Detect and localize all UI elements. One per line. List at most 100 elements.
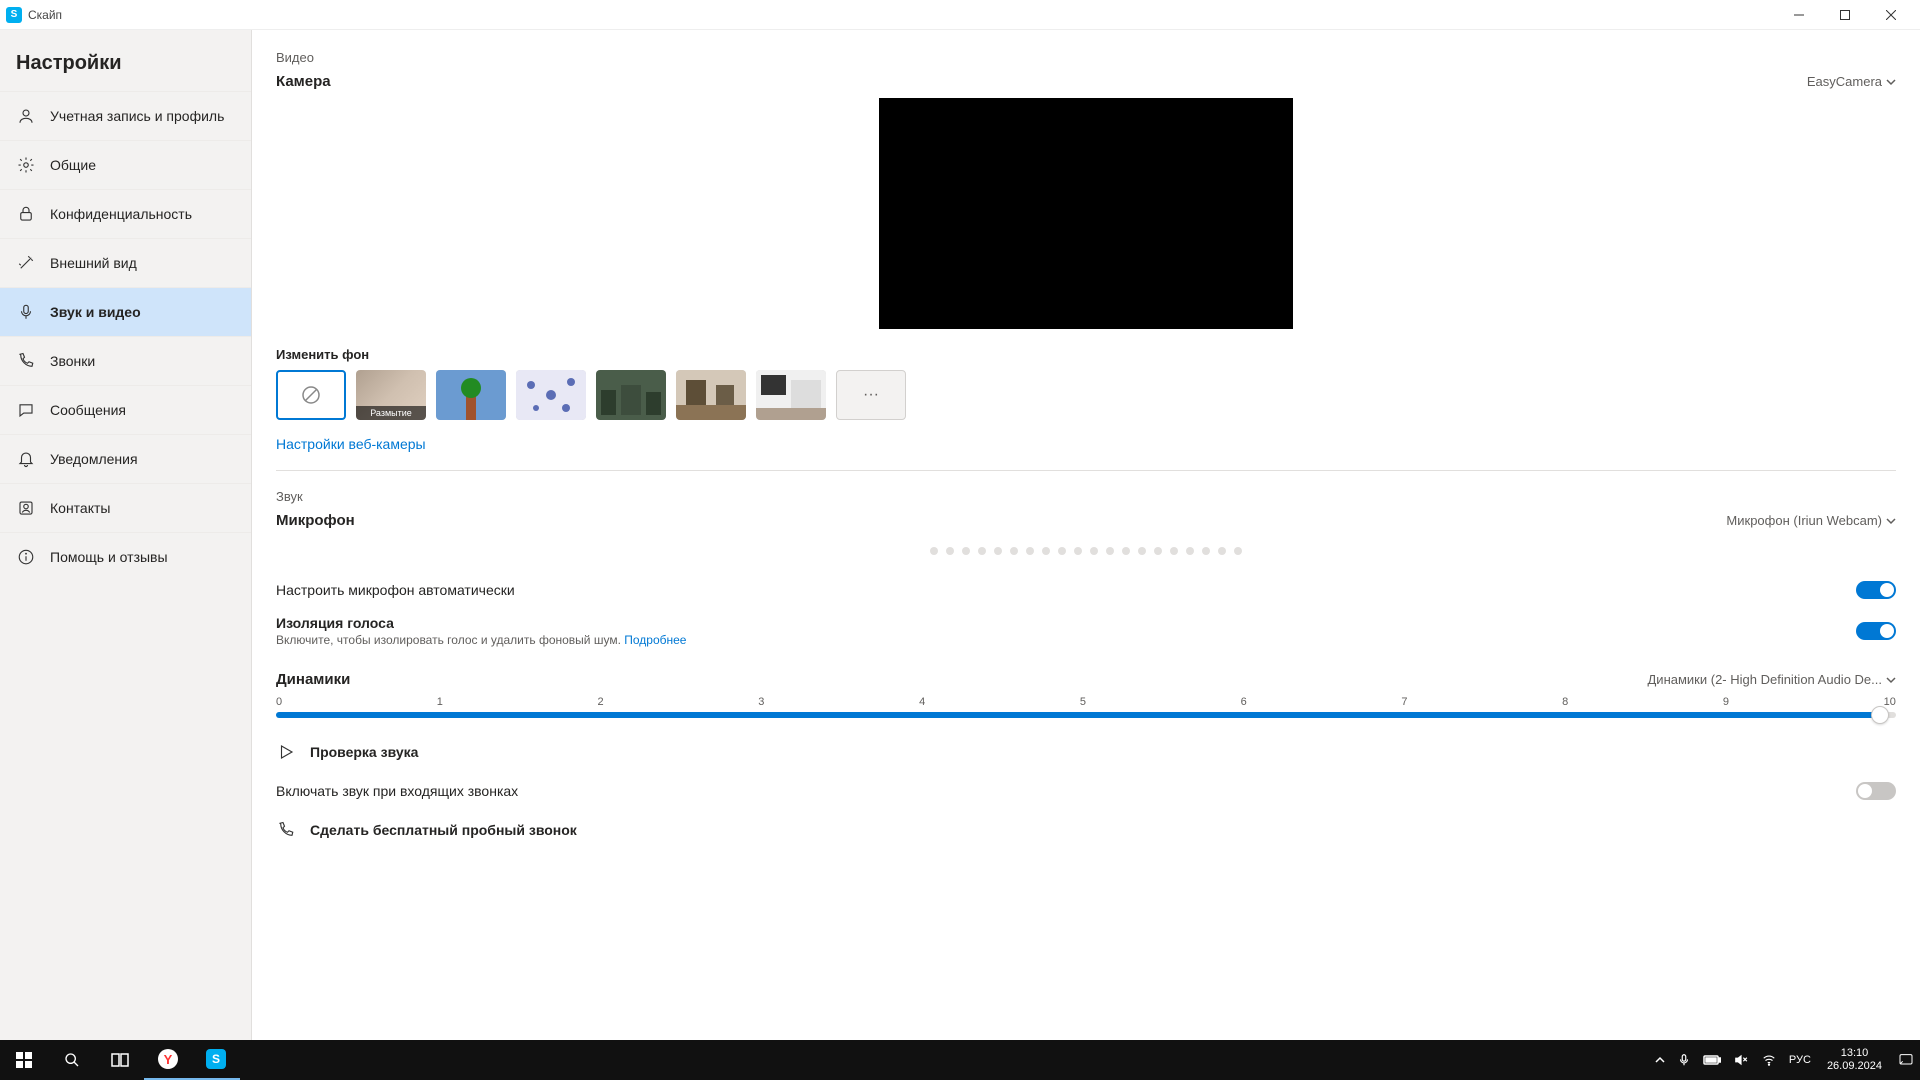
change-bg-label: Изменить фон	[276, 347, 1896, 362]
skype-icon: S	[6, 7, 22, 23]
tray-time: 13:10	[1827, 1047, 1882, 1060]
bg-option-3[interactable]	[596, 370, 666, 420]
background-options: Размытие ···	[276, 370, 1896, 420]
audio-section-label: Звук	[276, 489, 1896, 504]
sidebar-item-privacy[interactable]: Конфиденциальность	[0, 189, 251, 238]
bg-option-5[interactable]	[756, 370, 826, 420]
blur-label: Размытие	[356, 406, 426, 420]
minimize-button[interactable]	[1776, 0, 1822, 30]
tray-wifi-icon[interactable]	[1755, 1040, 1783, 1080]
bg-option-more[interactable]: ···	[836, 370, 906, 420]
ring-incoming-toggle[interactable]	[1856, 782, 1896, 800]
camera-dropdown[interactable]: EasyCamera	[1807, 74, 1896, 89]
app-title: Скайп	[28, 8, 62, 22]
speakers-title: Динамики	[276, 671, 350, 688]
bg-option-blur[interactable]: Размытие	[356, 370, 426, 420]
sidebar-item-label: Внешний вид	[50, 254, 137, 272]
mic-header: Микрофон Микрофон (Iriun Webcam)	[276, 512, 1896, 529]
volume-slider-thumb[interactable]	[1871, 706, 1889, 724]
bell-icon	[16, 449, 36, 469]
sidebar-title: Настройки	[0, 40, 251, 91]
test-audio-label: Проверка звука	[310, 744, 418, 760]
window-controls	[1776, 0, 1914, 30]
test-audio-button[interactable]: Проверка звука	[276, 730, 1896, 774]
speakers-dropdown[interactable]: Динамики (2- High Definition Audio De...	[1648, 672, 1897, 687]
sidebar-item-calls[interactable]: Звонки	[0, 336, 251, 385]
none-icon	[301, 385, 321, 405]
tray-battery-icon[interactable]	[1697, 1040, 1727, 1080]
play-icon	[276, 742, 296, 762]
tray-notifications-icon[interactable]	[1892, 1040, 1920, 1080]
info-icon	[16, 547, 36, 567]
webcam-settings-link[interactable]: Настройки веб-камеры	[276, 436, 1896, 452]
voice-iso-subtitle: Включите, чтобы изолировать голос и удал…	[276, 633, 1856, 647]
bg-option-4[interactable]	[676, 370, 746, 420]
camera-preview	[879, 98, 1293, 329]
tray-language[interactable]: РУС	[1783, 1040, 1817, 1080]
taskbar: Y S РУС 13:10 26.09.2024	[0, 1040, 1920, 1080]
taskbar-app-skype[interactable]: S	[192, 1040, 240, 1080]
bg-option-none[interactable]	[276, 370, 346, 420]
tray-volume-icon[interactable]	[1727, 1040, 1755, 1080]
ring-incoming-row: Включать звук при входящих звонках	[276, 774, 1896, 808]
maximize-button[interactable]	[1822, 0, 1868, 30]
tray-clock[interactable]: 13:10 26.09.2024	[1817, 1047, 1892, 1073]
bg-option-1[interactable]	[436, 370, 506, 420]
sidebar-item-label: Сообщения	[50, 401, 126, 419]
voice-iso-more-link[interactable]: Подробнее	[624, 633, 686, 647]
mic-device-value: Микрофон (Iriun Webcam)	[1726, 513, 1882, 528]
gear-icon	[16, 155, 36, 175]
start-button[interactable]	[0, 1040, 48, 1080]
tray-date: 26.09.2024	[1827, 1060, 1882, 1073]
titlebar: S Скайп	[0, 0, 1920, 30]
sidebar-item-audio-video[interactable]: Звук и видео	[0, 287, 251, 336]
sidebar-item-label: Контакты	[50, 499, 110, 517]
voice-iso-toggle[interactable]	[1856, 622, 1896, 640]
sidebar-item-account[interactable]: Учетная запись и профиль	[0, 91, 251, 140]
chevron-down-icon	[1886, 516, 1896, 526]
lock-icon	[16, 204, 36, 224]
close-button[interactable]	[1868, 0, 1914, 30]
sidebar-item-appearance[interactable]: Внешний вид	[0, 238, 251, 287]
video-section-label: Видео	[276, 50, 1896, 65]
tray-mic-icon[interactable]	[1671, 1040, 1697, 1080]
voice-isolation-row: Изоляция голоса Включите, чтобы изолиров…	[276, 607, 1896, 655]
tray-chevron-icon[interactable]	[1649, 1040, 1671, 1080]
mic-title: Микрофон	[276, 512, 355, 529]
auto-mic-row: Настроить микрофон автоматически	[276, 573, 1896, 607]
volume-slider-fill	[276, 712, 1880, 718]
chevron-down-icon	[1886, 77, 1896, 87]
divider	[276, 470, 1896, 471]
person-icon	[16, 106, 36, 126]
content: Видео Камера EasyCamera Изменить фон Раз…	[252, 30, 1920, 1040]
sidebar-item-label: Помощь и отзывы	[50, 548, 168, 566]
sidebar-item-label: Уведомления	[50, 450, 138, 468]
task-view-button[interactable]	[96, 1040, 144, 1080]
sidebar-item-help[interactable]: Помощь и отзывы	[0, 532, 251, 581]
wand-icon	[16, 253, 36, 273]
contacts-icon	[16, 498, 36, 518]
bg-option-2[interactable]	[516, 370, 586, 420]
sidebar-item-label: Конфиденциальность	[50, 205, 192, 223]
sidebar-item-notifications[interactable]: Уведомления	[0, 434, 251, 483]
camera-device-value: EasyCamera	[1807, 74, 1882, 89]
volume-slider[interactable]	[276, 712, 1896, 718]
auto-mic-label: Настроить микрофон автоматически	[276, 582, 1856, 598]
sidebar-item-label: Звук и видео	[50, 303, 141, 321]
search-button[interactable]	[48, 1040, 96, 1080]
sidebar-item-contacts[interactable]: Контакты	[0, 483, 251, 532]
sidebar-item-label: Учетная запись и профиль	[50, 107, 224, 125]
auto-mic-toggle[interactable]	[1856, 581, 1896, 599]
sidebar-item-messages[interactable]: Сообщения	[0, 385, 251, 434]
test-call-label: Сделать бесплатный пробный звонок	[310, 822, 577, 838]
camera-title: Камера	[276, 73, 331, 90]
sidebar-item-general[interactable]: Общие	[0, 140, 251, 189]
test-call-button[interactable]: Сделать бесплатный пробный звонок	[276, 808, 1896, 852]
sidebar-item-label: Общие	[50, 156, 96, 174]
mic-dropdown[interactable]: Микрофон (Iriun Webcam)	[1726, 513, 1896, 528]
sidebar-item-label: Звонки	[50, 352, 95, 370]
taskbar-app-yandex[interactable]: Y	[144, 1040, 192, 1080]
chat-icon	[16, 400, 36, 420]
speakers-device-value: Динамики (2- High Definition Audio De...	[1648, 672, 1883, 687]
sidebar: Настройки Учетная запись и профиль Общие…	[0, 30, 252, 1040]
